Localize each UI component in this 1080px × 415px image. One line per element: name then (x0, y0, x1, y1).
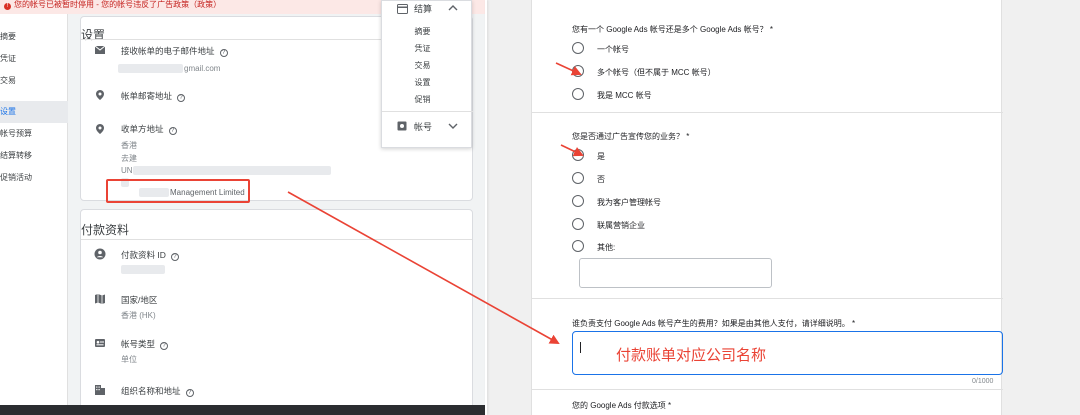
location-pin-icon (96, 90, 104, 100)
account-type-value: 单位 (121, 355, 137, 364)
chevron-up-icon (448, 5, 458, 11)
account-menu-header[interactable]: 帐号 (382, 120, 473, 138)
account-type-label: 帐号类型? (121, 338, 169, 350)
nav-item-budget[interactable]: 帐号预算 (0, 123, 68, 145)
email-value: gmail.com (184, 64, 221, 73)
payer-annotation-text: 付款账单对应公司名称 (616, 347, 767, 364)
address-line: 香港 (121, 141, 137, 150)
radio-multiple-accounts[interactable] (572, 65, 584, 77)
payer-textarea[interactable]: 付款账单对应公司名称 (572, 331, 1003, 375)
credit-card-icon (397, 4, 408, 14)
option-label: 多个帐号（但不属于 MCC 帐号） (597, 68, 716, 77)
email-label: 接收帐单的电子邮件地址? (121, 45, 228, 57)
help-icon[interactable]: ? (177, 94, 186, 102)
org-name-label: 组织名称和地址? (121, 385, 194, 397)
alert-icon: ! (4, 3, 11, 10)
contact-card-icon (95, 339, 105, 347)
option-label: 否 (597, 175, 605, 184)
address-line: 去建 (121, 154, 137, 163)
character-counter: 0/1000 (972, 378, 994, 385)
help-icon[interactable]: ? (170, 253, 179, 261)
mailing-address-label: 帐单邮寄地址? (121, 90, 186, 102)
nav-item-promotions[interactable]: 促销活动 (0, 167, 68, 189)
option-label: 一个帐号 (597, 45, 629, 54)
question-advertise-business: 您是否通过广告宣传您的业务？ * (572, 132, 690, 141)
billing-menu-label: 结算 (414, 4, 433, 14)
nav-item-settings[interactable]: 设置 (0, 101, 68, 123)
menu-item-documents[interactable]: 凭证 (382, 43, 463, 54)
nav-item-transactions[interactable]: 交易 (0, 70, 68, 92)
payment-profile-card: 付款资料 付款资料 ID? 国家/地区 香港 (HK) 帐号类型? 单位 组织名… (80, 209, 473, 415)
radio-yes[interactable] (572, 149, 584, 161)
other-text-input[interactable] (579, 258, 772, 288)
menu-item-summary[interactable]: 摘要 (382, 26, 463, 37)
radio-one-account[interactable] (572, 42, 584, 54)
divider (532, 112, 1003, 113)
map-icon (95, 294, 105, 304)
address-line: UN (121, 166, 133, 175)
payment-profile-title: 付款资料 (81, 223, 130, 237)
option-label: 联属营销企业 (597, 221, 645, 230)
billing-account-menu: 结算 摘要 凭证 交易 设置 促销 帐号 (381, 0, 473, 148)
nav-item-transfer[interactable]: 结算转移 (0, 145, 68, 167)
question-account-count: 您有一个 Google Ads 帐号还是多个 Google Ads 帐号？ * (572, 25, 773, 34)
settings-title: 设置 (81, 28, 106, 42)
account-menu-label: 帐号 (414, 122, 433, 132)
banner-text: 您的帐号已被暂时停用 - 您的帐号违反了广告政策（政策） (14, 0, 222, 9)
divider (532, 389, 1003, 390)
question-who-pays: 谁负责支付 Google Ads 帐号产生的费用？如果是由其他人支付，请详细说明… (572, 319, 856, 328)
location-pin-icon (96, 124, 104, 134)
menu-item-settings[interactable]: 设置 (382, 77, 463, 88)
gear-icon (397, 121, 407, 131)
account-circle-icon (94, 248, 106, 260)
menu-item-transactions[interactable]: 交易 (382, 60, 463, 71)
redacted-profile-id (121, 265, 165, 274)
desktop-background-strip (0, 405, 485, 415)
billing-menu-header[interactable]: 结算 (382, 1, 473, 19)
help-icon[interactable]: ? (185, 389, 194, 397)
google-form: 您有一个 Google Ads 帐号还是多个 Google Ads 帐号？ * … (531, 0, 1003, 415)
radio-no[interactable] (572, 172, 584, 184)
radio-mcc-account[interactable] (572, 88, 584, 100)
request-form-panel: 您有一个 Google Ads 帐号还是多个 Google Ads 帐号？ * … (485, 0, 1080, 415)
chevron-down-icon (448, 123, 458, 129)
country-value: 香港 (HK) (121, 311, 156, 320)
radio-manage-clients[interactable] (572, 195, 584, 207)
menu-item-promotions[interactable]: 促销 (382, 94, 463, 105)
help-icon[interactable]: ? (160, 342, 169, 350)
company-name-highlight (106, 179, 250, 203)
option-label: 我是 MCC 帐号 (597, 91, 652, 100)
option-label: 其他: (597, 243, 616, 252)
divider (532, 298, 1003, 299)
divider (485, 0, 487, 415)
option-label: 我为客户管理帐号 (597, 198, 661, 207)
option-label: 是 (597, 152, 605, 161)
divider (382, 111, 473, 112)
help-icon[interactable]: ? (219, 49, 228, 57)
receiving-address-label: 收单方地址? (121, 123, 177, 135)
help-icon[interactable]: ? (168, 127, 177, 135)
building-icon (95, 385, 105, 395)
redacted-email (118, 64, 183, 73)
nav-item-documents[interactable]: 凭证 (0, 48, 68, 70)
text-caret (580, 342, 581, 353)
profile-id-label: 付款资料 ID? (121, 249, 179, 261)
nav-item-summary[interactable]: 摘要 (0, 26, 68, 48)
ads-billing-panel: ! 您的帐号已被暂时停用 - 您的帐号违反了广告政策（政策） 摘要 凭证 交易 设… (0, 0, 485, 415)
radio-other[interactable] (572, 240, 584, 252)
country-label: 国家/地区 (121, 295, 158, 305)
email-icon (94, 45, 106, 54)
radio-affiliate[interactable] (572, 218, 584, 230)
divider (81, 239, 472, 240)
billing-side-nav: 摘要 凭证 交易 设置 帐号预算 结算转移 促销活动 (0, 14, 68, 415)
question-payment-options: 您的 Google Ads 付款选项 * (572, 401, 672, 410)
redacted-address (133, 166, 331, 175)
